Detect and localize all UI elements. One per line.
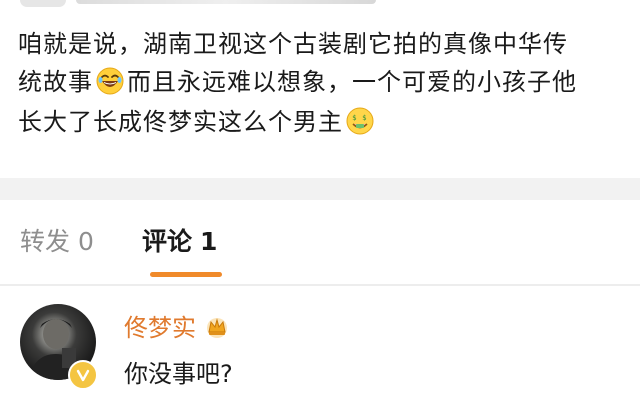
post-text-line-3: 长大了长成佟梦实这么个男主 $ $ xyxy=(18,102,377,137)
svg-text:$: $ xyxy=(362,114,367,122)
laughing-emoji-icon xyxy=(96,67,124,95)
post-text-line-2-before: 统故事 xyxy=(18,68,93,96)
comment-text: 你没事吧? xyxy=(124,360,233,388)
active-tab-indicator xyxy=(150,272,222,277)
money-mouth-emoji-icon: $ $ xyxy=(346,107,374,135)
comment-item[interactable]: 佟梦实 你没事吧? xyxy=(0,286,640,404)
meta-avatar xyxy=(20,0,66,7)
post-text-line-2-after: 而且永远难以想象，一个可爱的小孩子他 xyxy=(127,68,577,96)
tab-forward-count: 0 xyxy=(78,227,94,256)
verified-v-icon xyxy=(68,360,98,390)
post-text-line-2: 统故事 而且永远难以想象，一个可爱的小孩子他 xyxy=(18,62,577,97)
section-separator xyxy=(0,178,640,200)
tab-comments[interactable]: 评论 1 xyxy=(142,222,217,258)
post-text-line-3-text: 长大了长成佟梦实这么个男主 xyxy=(18,108,343,136)
comment-username[interactable]: 佟梦实 xyxy=(124,308,230,343)
svg-text:$: $ xyxy=(352,114,357,122)
username-text: 佟梦实 xyxy=(124,314,196,342)
post-meta-blurred xyxy=(20,0,376,8)
post-text-line-1: 咱就是说，湖南卫视这个古装剧它拍的真像中华传 xyxy=(18,30,568,58)
tab-comments-label: 评论 xyxy=(142,227,193,256)
post-content: 咱就是说，湖南卫视这个古装剧它拍的真像中华传 统故事 而且永远难以想象，一个可爱… xyxy=(0,0,640,178)
tab-comments-count: 1 xyxy=(200,227,218,256)
interaction-tabs: 转发 0 评论 1 xyxy=(0,200,640,284)
meta-blurred-text xyxy=(76,0,376,4)
crown-icon xyxy=(204,315,230,339)
tab-forward[interactable]: 转发 0 xyxy=(20,222,94,258)
tab-forward-label: 转发 xyxy=(20,227,71,256)
